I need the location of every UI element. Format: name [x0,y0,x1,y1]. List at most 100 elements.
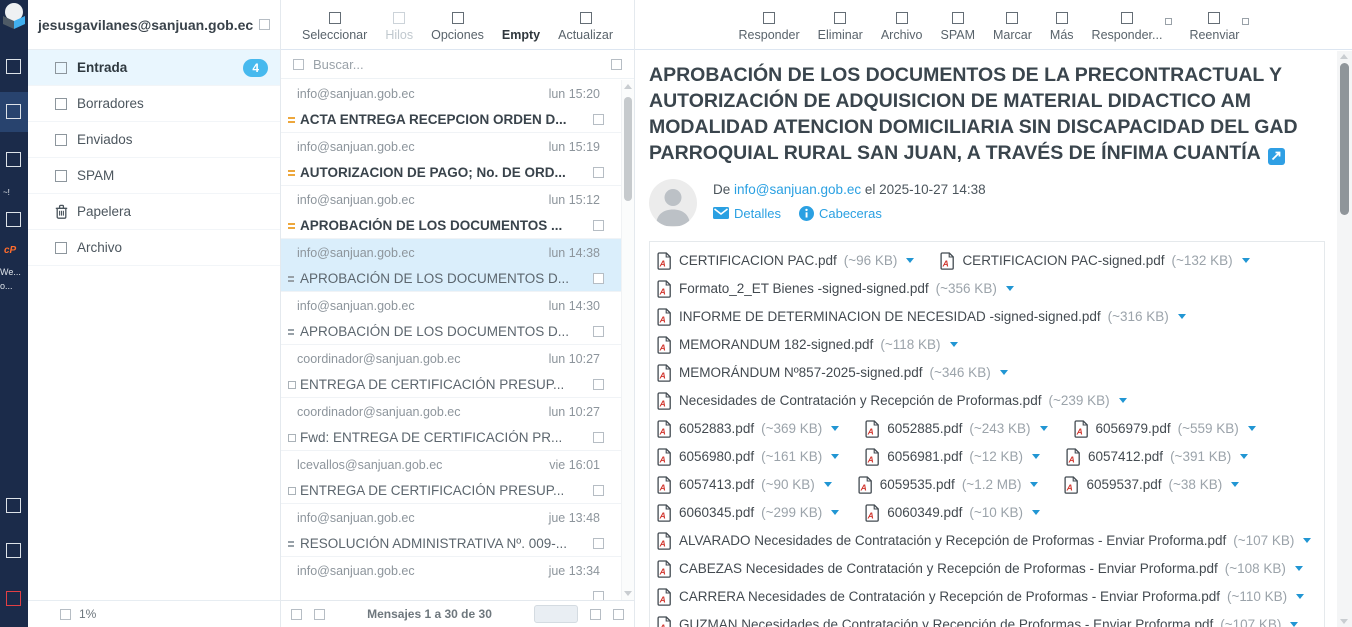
mail-checkbox[interactable] [593,432,604,443]
dropdown-caret-icon[interactable] [1165,18,1172,25]
attachment-menu-icon[interactable] [1231,482,1239,487]
mail-list-item[interactable]: info@sanjuan.gob.ecjue 13:34 [281,557,634,600]
account-menu-icon[interactable] [259,19,270,30]
search-options-icon[interactable] [611,59,622,70]
attachment-menu-icon[interactable] [1032,454,1040,459]
attachment-item[interactable]: AFormato_2_ET Bienes -signed-signed.pdf(… [657,275,1014,303]
mail-list-item[interactable]: info@sanjuan.gob.eclun 15:12APROBACIÓN D… [281,186,634,239]
sidebar-item-papelera[interactable]: Papelera [28,194,280,230]
message-scrollbar-thumb[interactable] [1340,63,1349,215]
mail-checkbox[interactable] [593,591,604,600]
mail-checkbox[interactable] [593,220,604,231]
attachment-menu-icon[interactable] [1240,454,1248,459]
sidebar-item-archivo[interactable]: Archivo [28,230,280,266]
webmail-logo-icon[interactable] [1,2,27,37]
toolbar-button-ma-s[interactable]: Más [1050,12,1074,42]
attachment-item[interactable]: A6060345.pdf(~299 KB) [657,499,839,527]
toolbar-button-seleccionar[interactable]: Seleccionar [302,12,367,42]
footer-icon-2[interactable] [314,609,325,620]
attachment-item[interactable]: A6057413.pdf(~90 KB) [657,471,832,499]
attachment-item[interactable]: AALVARADO Necesidades de Contratación y … [657,527,1311,555]
attachment-item[interactable]: A6052885.pdf(~243 KB) [865,415,1047,443]
mail-list-item[interactable]: info@sanjuan.gob.eclun 14:38APROBACIÓN D… [281,239,634,292]
attachment-menu-icon[interactable] [1032,510,1040,515]
sidebar-item-spam[interactable]: SPAM [28,158,280,194]
attachment-item[interactable]: AGUZMAN Necesidades de Contratación y Re… [657,611,1298,627]
toolbar-button-archivo[interactable]: Archivo [881,12,923,42]
mail-checkbox[interactable] [593,167,604,178]
attachment-menu-icon[interactable] [831,510,839,515]
sidebar-item-enviados[interactable]: Enviados [28,122,280,158]
search-input[interactable] [313,57,602,72]
attachment-item[interactable]: A6056980.pdf(~161 KB) [657,443,839,471]
list-scrollbar[interactable] [621,80,634,600]
mail-list-item[interactable]: info@sanjuan.gob.eclun 15:20ACTA ENTREGA… [281,80,634,133]
attachment-menu-icon[interactable] [1303,538,1311,543]
attachment-menu-icon[interactable] [1000,370,1008,375]
toolbar-button-eliminar[interactable]: Eliminar [818,12,863,42]
toolbar-button-opciones[interactable]: Opciones [431,12,484,42]
attachment-menu-icon[interactable] [1290,622,1298,627]
mail-checkbox[interactable] [593,379,604,390]
mail-checkbox[interactable] [593,538,604,549]
app-icon-5[interactable] [6,498,21,513]
attachment-menu-icon[interactable] [950,342,958,347]
attachment-item[interactable]: A6052883.pdf(~369 KB) [657,415,839,443]
attachment-menu-icon[interactable] [1178,314,1186,319]
attachment-menu-icon[interactable] [1295,566,1303,571]
mail-list-item[interactable]: info@sanjuan.gob.eclun 14:30APROBACIÓN D… [281,292,634,345]
attachment-menu-icon[interactable] [1119,398,1127,403]
attachment-item[interactable]: ANecesidades de Contratación y Recepción… [657,387,1127,415]
mail-list-item[interactable]: coordinador@sanjuan.gob.eclun 10:27ENTRE… [281,345,634,398]
attachment-menu-icon[interactable] [824,482,832,487]
app-icon-6[interactable] [6,543,21,558]
toolbar-button-reenviar[interactable]: Reenviar [1189,12,1239,42]
sidebar-item-entrada[interactable]: Entrada4 [28,50,280,86]
headers-toggle[interactable]: Cabeceras [799,206,882,221]
message-scrollbar[interactable] [1337,51,1352,627]
toolbar-button-responder[interactable]: Responder... [1092,12,1163,42]
toolbar-button-marcar[interactable]: Marcar [993,12,1032,42]
mail-list-item[interactable]: lcevallos@sanjuan.gob.ecvie 16:01ENTREGA… [281,451,634,504]
app-icon-3[interactable] [6,152,21,167]
attachment-item[interactable]: ACABEZAS Necesidades de Contratación y R… [657,555,1303,583]
logout-icon[interactable] [6,591,21,606]
attachment-item[interactable]: A6057412.pdf(~391 KB) [1066,443,1248,471]
attachment-menu-icon[interactable] [831,454,839,459]
mail-list-item[interactable]: info@sanjuan.gob.ecjue 13:48RESOLUCIÓN A… [281,504,634,557]
attachment-item[interactable]: A6056981.pdf(~12 KB) [865,443,1040,471]
mail-checkbox[interactable] [593,485,604,496]
scroll-up-icon[interactable] [1340,54,1348,59]
attachment-menu-icon[interactable] [1248,426,1256,431]
attachment-menu-icon[interactable] [1006,286,1014,291]
attachment-item[interactable]: ACARRERA Necesidades de Contratación y R… [657,583,1304,611]
attachment-item[interactable]: A6059537.pdf(~38 KB) [1064,471,1239,499]
footer-icon-1[interactable] [291,609,302,620]
app-icon-4[interactable] [6,212,21,227]
footer-icon-4[interactable] [613,609,624,620]
attachment-item[interactable]: AMEMORÁNDUM Nº857-2025-signed.pdf(~346 K… [657,359,1008,387]
page-input[interactable] [534,605,578,623]
attachment-item[interactable]: ACERTIFICACION PAC.pdf(~96 KB) [657,247,914,275]
attachment-menu-icon[interactable] [1296,594,1304,599]
footer-icon-3[interactable] [590,609,601,620]
mail-checkbox[interactable] [593,273,604,284]
scroll-up-icon[interactable] [624,84,632,89]
mail-list-item[interactable]: info@sanjuan.gob.eclun 15:19AUTORIZACION… [281,133,634,186]
attachment-menu-icon[interactable] [1040,426,1048,431]
sidebar-item-borradores[interactable]: Borradores [28,86,280,122]
mail-list-item[interactable]: coordinador@sanjuan.gob.eclun 10:27Fwd: … [281,398,634,451]
attachment-item[interactable]: AINFORME DE DETERMINACION DE NECESIDAD -… [657,303,1186,331]
attachment-menu-icon[interactable] [1030,482,1038,487]
attachment-menu-icon[interactable] [906,258,914,263]
cpanel-logo-icon[interactable]: cP [4,245,16,256]
attachment-item[interactable]: A6056979.pdf(~559 KB) [1074,415,1256,443]
attachment-menu-icon[interactable] [831,426,839,431]
attachment-menu-icon[interactable] [1242,258,1250,263]
attachment-item[interactable]: ACERTIFICACION PAC-signed.pdf(~132 KB) [940,247,1249,275]
dropdown-caret-icon[interactable] [1242,18,1249,25]
search-scope-icon[interactable] [293,59,304,70]
app-icon-1[interactable] [6,59,21,74]
app-icon-2-selected[interactable] [6,104,21,119]
scroll-down-icon[interactable] [624,591,632,596]
